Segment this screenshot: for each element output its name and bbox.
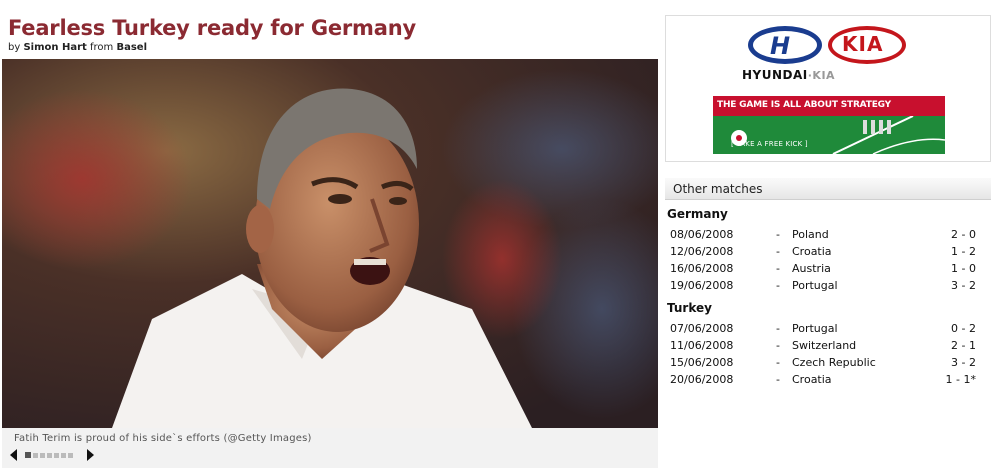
- match-row[interactable]: 15/06/2008 - Czech Republic 3 - 2: [670, 356, 980, 372]
- match-date: 12/06/2008: [670, 245, 734, 258]
- gallery-dot[interactable]: [47, 452, 52, 458]
- match-date: 15/06/2008: [670, 356, 734, 369]
- match-separator: -: [776, 279, 780, 292]
- banner-pitch: [713, 115, 945, 154]
- match-opponent: Austria: [792, 262, 831, 275]
- match-score: 1 - 2: [951, 245, 976, 258]
- match-row[interactable]: 16/06/2008 - Austria 1 - 0: [670, 262, 980, 278]
- brand1-text: HYUNDAI: [742, 68, 808, 82]
- take-free-kick-link[interactable]: [ TAKE A FREE KICK ]: [731, 140, 808, 148]
- match-separator: -: [776, 356, 780, 369]
- match-score: 0 - 2: [951, 322, 976, 335]
- match-row[interactable]: 20/06/2008 - Croatia 1 - 1*: [670, 373, 980, 389]
- byline-location: Basel: [116, 42, 148, 53]
- match-row[interactable]: 11/06/2008 - Switzerland 2 - 1: [670, 339, 980, 355]
- team-heading-germany: Germany: [667, 207, 728, 221]
- match-row[interactable]: 08/06/2008 - Poland 2 - 0: [670, 228, 980, 244]
- hyundai-logo-letter: H: [770, 32, 791, 60]
- match-score: 3 - 2: [951, 356, 976, 369]
- team-heading-turkey: Turkey: [667, 301, 712, 315]
- pitch-lines-illustration: [731, 115, 945, 154]
- gallery-dot[interactable]: [40, 452, 45, 458]
- photo-caption: Fatih Terim is proud of his side`s effor…: [14, 433, 312, 444]
- byline: by Simon Hart from Basel: [8, 42, 147, 53]
- match-score: 2 - 1: [951, 339, 976, 352]
- match-separator: -: [776, 373, 780, 386]
- match-score: 1 - 1*: [945, 373, 976, 386]
- match-opponent: Croatia: [792, 373, 832, 386]
- match-date: 19/06/2008: [670, 279, 734, 292]
- previous-arrow-icon[interactable]: [10, 449, 17, 461]
- sponsor-advertisement[interactable]: H KIA HYUNDAI·KIA THE GAME IS ALL ABOUT …: [665, 15, 991, 162]
- other-matches-header: Other matches: [665, 178, 991, 200]
- brand2-text: KIA: [812, 69, 836, 82]
- match-date: 11/06/2008: [670, 339, 734, 352]
- match-date: 16/06/2008: [670, 262, 734, 275]
- gallery-dot[interactable]: [61, 452, 66, 458]
- match-score: 1 - 0: [951, 262, 976, 275]
- match-opponent: Poland: [792, 228, 829, 241]
- gallery-dot[interactable]: [54, 452, 59, 458]
- match-row[interactable]: 12/06/2008 - Croatia 1 - 2: [670, 245, 980, 261]
- gallery-pager: [10, 449, 94, 461]
- match-row[interactable]: 07/06/2008 - Portugal 0 - 2: [670, 322, 980, 338]
- match-separator: -: [776, 262, 780, 275]
- match-date: 07/06/2008: [670, 322, 734, 335]
- match-score: 2 - 0: [951, 228, 976, 241]
- match-opponent: Croatia: [792, 245, 832, 258]
- match-separator: -: [776, 245, 780, 258]
- match-opponent: Portugal: [792, 279, 838, 292]
- match-opponent: Czech Republic: [792, 356, 876, 369]
- other-matches-title: Other matches: [673, 182, 763, 196]
- byline-from: from: [90, 42, 114, 53]
- match-date: 08/06/2008: [670, 228, 734, 241]
- next-arrow-icon[interactable]: [87, 449, 94, 461]
- match-separator: -: [776, 339, 780, 352]
- gallery-dot[interactable]: [33, 452, 38, 458]
- match-date: 20/06/2008: [670, 373, 734, 386]
- match-score: 3 - 2: [951, 279, 976, 292]
- byline-author[interactable]: Simon Hart: [23, 42, 86, 53]
- match-separator: -: [776, 322, 780, 335]
- free-kick-banner[interactable]: THE GAME IS ALL ABOUT STRATEGY [ TAKE A …: [713, 96, 945, 154]
- gallery-dot[interactable]: [68, 452, 73, 458]
- gallery-dot[interactable]: [25, 452, 31, 458]
- brand-wordmark: HYUNDAI·KIA: [742, 68, 835, 82]
- match-opponent: Switzerland: [792, 339, 857, 352]
- article-photo: [2, 59, 658, 428]
- coach-photo-illustration: [2, 59, 658, 428]
- match-separator: -: [776, 228, 780, 241]
- banner-headline: THE GAME IS ALL ABOUT STRATEGY: [717, 100, 891, 110]
- match-opponent: Portugal: [792, 322, 838, 335]
- byline-by: by: [8, 42, 21, 53]
- article-headline: Fearless Turkey ready for Germany: [8, 16, 416, 40]
- kia-logo-text: KIA: [842, 32, 884, 56]
- match-row[interactable]: 19/06/2008 - Portugal 3 - 2: [670, 279, 980, 295]
